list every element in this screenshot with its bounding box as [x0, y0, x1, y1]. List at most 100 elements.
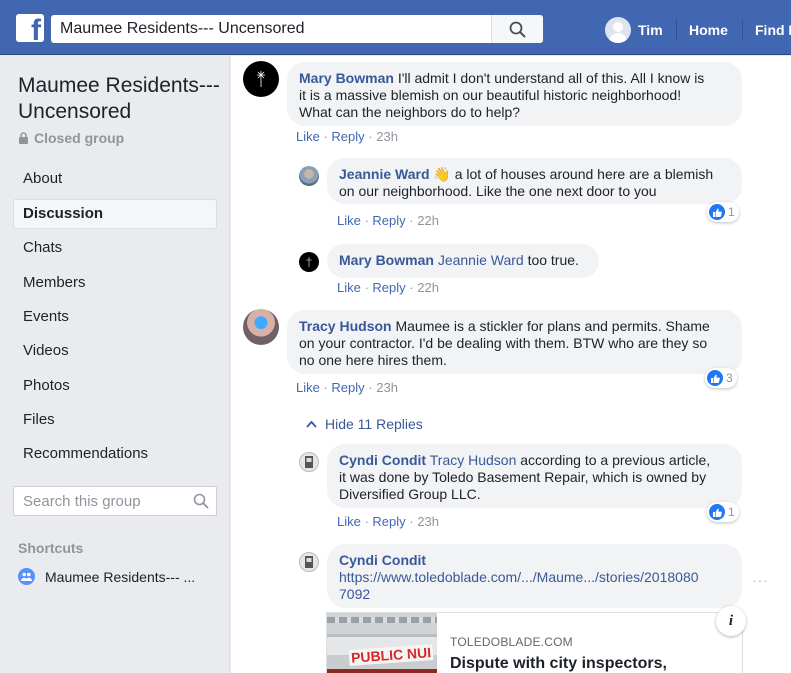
- preview-image[interactable]: PUBLIC NUI: [327, 613, 437, 673]
- public-nuisance-sign: PUBLIC NUI: [348, 644, 434, 666]
- group-sidebar: Maumee Residents--- Uncensored Closed gr…: [0, 56, 230, 673]
- nav-chats[interactable]: Chats: [13, 233, 217, 263]
- nav-recommendations[interactable]: Recommendations: [13, 439, 217, 469]
- comment-time[interactable]: 22h: [417, 213, 439, 228]
- like-link[interactable]: Like: [337, 280, 361, 295]
- dandelion-icon: [306, 257, 312, 267]
- nav-files[interactable]: Files: [13, 405, 217, 435]
- global-search-input[interactable]: Maumee Residents--- Uncensored: [51, 15, 543, 43]
- comment-actions: Like · Reply · 22h: [337, 213, 439, 228]
- reply-link[interactable]: Reply: [331, 380, 364, 395]
- comment-bubble: Mary Bowman Jeannie Ward too true.: [327, 244, 599, 278]
- profile-picture-icon: [305, 456, 313, 468]
- like-link[interactable]: Like: [296, 380, 320, 395]
- group-name[interactable]: Maumee Residents--- Uncensored: [18, 73, 223, 125]
- nav-events[interactable]: Events: [13, 302, 217, 332]
- group-privacy-label: Closed group: [34, 130, 125, 146]
- group-search-placeholder[interactable]: Search this group: [14, 493, 186, 510]
- nav-videos[interactable]: Videos: [13, 336, 217, 366]
- top-navigation-bar: f Maumee Residents--- Uncensored Tim Hom…: [0, 0, 791, 55]
- like-link[interactable]: Like: [337, 213, 361, 228]
- nav-photos[interactable]: Photos: [13, 371, 217, 401]
- avatar[interactable]: [299, 166, 319, 186]
- comment-text: no one here hires them.: [299, 352, 447, 368]
- comment-author[interactable]: Tracy Hudson: [299, 318, 392, 334]
- like-link[interactable]: Like: [337, 514, 361, 529]
- comment-actions: Like · Reply · 23h: [337, 514, 439, 529]
- comment-author[interactable]: Cyndi Condit: [339, 552, 426, 568]
- reply-link[interactable]: Reply: [372, 213, 405, 228]
- comment-bubble: Cyndi Condit Tracy Hudson according to a…: [327, 444, 742, 508]
- avatar[interactable]: [243, 309, 279, 345]
- reaction-count[interactable]: 3: [705, 368, 737, 388]
- reply-link[interactable]: Reply: [372, 280, 405, 295]
- link-preview-card[interactable]: PUBLIC NUI TOLEDOBLADE.COM Dispute with …: [326, 612, 743, 673]
- avatar[interactable]: [243, 61, 279, 97]
- preview-domain: TOLEDOBLADE.COM: [450, 635, 573, 649]
- comment-time[interactable]: 23h: [376, 129, 398, 144]
- comment-text: Maumee is a stickler for plans and permi…: [395, 318, 710, 334]
- comment-actions: Like · Reply · 22h: [337, 280, 439, 295]
- search-query-text[interactable]: Maumee Residents--- Uncensored: [51, 20, 491, 38]
- avatar[interactable]: [299, 552, 319, 572]
- article-link[interactable]: https://www.toledoblade.com/.../Maume...…: [339, 569, 699, 585]
- find-friends-link[interactable]: Find F: [755, 22, 791, 38]
- reaction-number: 1: [728, 205, 735, 219]
- search-icon: [509, 21, 526, 38]
- comment-text: a lot of houses around here are a blemis…: [454, 166, 714, 182]
- user-name[interactable]: Tim: [638, 22, 663, 38]
- comment-author[interactable]: Mary Bowman: [339, 252, 434, 268]
- nav-divider: [742, 19, 743, 41]
- comment-actions: Like · Reply · 23h: [296, 129, 398, 144]
- preview-title[interactable]: Dispute with city inspectors,: [450, 655, 667, 673]
- shortcut-label[interactable]: Maumee Residents--- ...: [45, 569, 195, 585]
- comment-author[interactable]: Cyndi Condit: [339, 452, 426, 468]
- comment-author[interactable]: Jeannie Ward: [339, 166, 430, 182]
- comment-text: it was done by Toledo Basement Repair, w…: [339, 469, 707, 485]
- reply-link[interactable]: Reply: [331, 129, 364, 144]
- shortcut-item-group[interactable]: Maumee Residents--- ...: [18, 568, 195, 585]
- nav-about[interactable]: About: [13, 164, 217, 194]
- thumbs-up-icon: [707, 370, 723, 386]
- comment-actions: Like · Reply · 23h: [296, 380, 398, 395]
- more-options-icon[interactable]: ···: [752, 572, 769, 588]
- group-search-input[interactable]: Search this group: [13, 486, 217, 516]
- nav-discussion[interactable]: Discussion: [13, 199, 217, 229]
- avatar[interactable]: [299, 452, 319, 472]
- reaction-count[interactable]: 1: [707, 202, 739, 222]
- hide-replies-link[interactable]: Hide 11 Replies: [306, 416, 423, 432]
- dandelion-icon: [257, 71, 265, 87]
- comments-feed: Mary Bowman I'll admit I don't understan…: [231, 56, 791, 673]
- comment-author[interactable]: Mary Bowman: [299, 70, 394, 86]
- mention-link[interactable]: Jeannie Ward: [438, 252, 524, 268]
- thumbs-up-icon: [709, 504, 725, 520]
- search-button[interactable]: [491, 15, 543, 43]
- preview-image-wall: [327, 669, 437, 673]
- hide-replies-label[interactable]: Hide 11 Replies: [325, 416, 423, 432]
- like-link[interactable]: Like: [296, 129, 320, 144]
- reply-link[interactable]: Reply: [372, 514, 405, 529]
- facebook-logo-icon[interactable]: f: [16, 14, 44, 42]
- comment-bubble: Cyndi Condit https://www.toledoblade.com…: [327, 544, 742, 608]
- profile-link[interactable]: Tim: [605, 17, 663, 43]
- nav-divider: [676, 19, 677, 41]
- comment-time[interactable]: 23h: [417, 514, 439, 529]
- mention-link[interactable]: Tracy Hudson: [430, 452, 517, 468]
- user-avatar[interactable]: [605, 17, 631, 43]
- lock-icon: [19, 132, 28, 144]
- comment-text: too true.: [527, 252, 579, 268]
- nav-members[interactable]: Members: [13, 268, 217, 298]
- search-icon[interactable]: [186, 493, 216, 509]
- reaction-number: 1: [728, 505, 735, 519]
- avatar[interactable]: [299, 252, 319, 272]
- comment-time[interactable]: 23h: [376, 380, 398, 395]
- info-icon[interactable]: i: [716, 606, 746, 636]
- comment-time[interactable]: 22h: [417, 280, 439, 295]
- reaction-count[interactable]: 1: [707, 502, 739, 522]
- comment-text: I'll admit I don't understand all of thi…: [397, 70, 705, 86]
- shortcuts-heading: Shortcuts: [18, 540, 84, 556]
- home-link[interactable]: Home: [689, 22, 728, 38]
- comment-bubble: Tracy Hudson Maumee is a stickler for pl…: [287, 310, 742, 374]
- article-link[interactable]: 7092: [339, 586, 370, 602]
- group-icon: [18, 568, 35, 585]
